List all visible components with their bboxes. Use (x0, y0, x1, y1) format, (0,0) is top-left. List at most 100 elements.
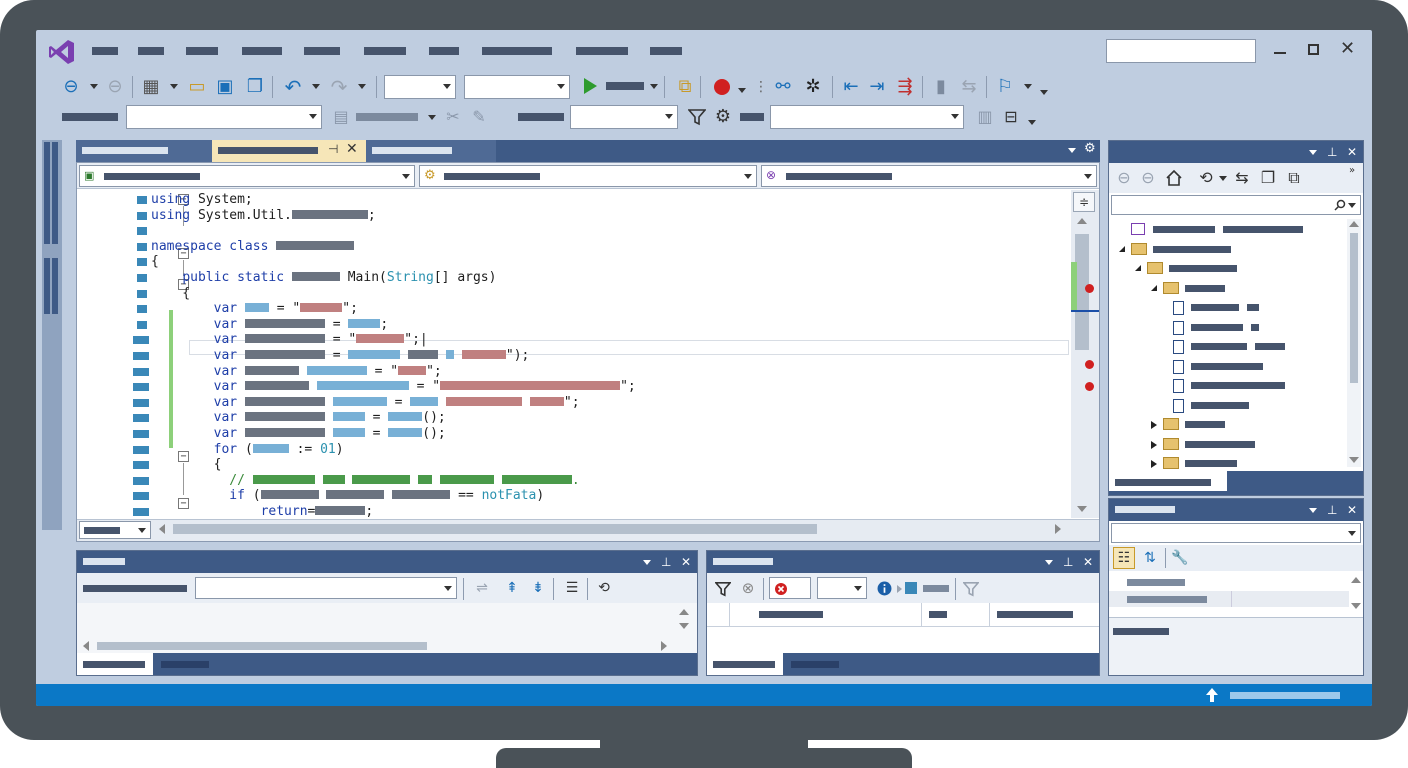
tab-close-icon[interactable]: ✕ (346, 141, 358, 157)
property-row[interactable] (1109, 591, 1349, 607)
toolbar2-overflow-caret[interactable] (1028, 120, 1036, 125)
code-line[interactable]: return=; (151, 504, 636, 518)
tree-collapsed-arrow-icon[interactable] (1151, 460, 1157, 468)
code-line[interactable]: var = "; (151, 395, 636, 411)
bookmark-clear-icon[interactable]: ⇆ (958, 76, 980, 98)
bookmark-dropdown-caret[interactable] (1024, 84, 1032, 89)
up-arrow-icon[interactable] (1204, 687, 1220, 703)
menu-item-tools[interactable] (576, 47, 628, 55)
panel-menu-caret[interactable] (1045, 560, 1053, 565)
panel-menu-caret[interactable] (643, 560, 651, 565)
restore-icon[interactable] (1308, 44, 1319, 55)
wrench-icon[interactable]: 🔧 (1169, 547, 1191, 569)
menu-item-analyze[interactable] (482, 47, 552, 55)
code-line[interactable]: for ( := 01) (151, 442, 636, 458)
code-line[interactable]: public static Main(String[] args) (151, 270, 636, 286)
panel-close-icon[interactable]: ✕ (1347, 502, 1357, 518)
horizontal-scroll-thumb[interactable] (173, 524, 817, 534)
code-line[interactable]: var = ; (151, 317, 636, 333)
panel-close-icon[interactable]: ✕ (1347, 144, 1357, 160)
scroll-right-arrow[interactable] (1055, 524, 1061, 534)
toolbar2-select-3[interactable] (770, 105, 964, 129)
breakpoint-circle-icon[interactable] (712, 77, 732, 97)
left-tool-tab-3[interactable] (44, 258, 50, 314)
code-line[interactable]: // . (151, 473, 636, 489)
next-message-icon[interactable]: ⇟ (527, 577, 549, 599)
pin-icon[interactable]: ⊥ (1063, 554, 1073, 570)
code-line[interactable]: var = " "; (151, 364, 636, 380)
solution-tree[interactable] (1109, 217, 1363, 469)
save-all-icon[interactable]: ❐ (244, 76, 266, 98)
pin-icon[interactable]: ⊥ (1327, 144, 1337, 160)
filter-options-icon[interactable] (963, 581, 979, 597)
cut-icon[interactable]: ✂ (442, 106, 464, 128)
error-scope-select[interactable] (817, 577, 867, 599)
close-icon[interactable]: ✕ (1340, 40, 1355, 58)
tree-item-file[interactable] (1109, 319, 1345, 337)
errors-filter-button[interactable] (769, 577, 811, 599)
code-line[interactable]: var = (); (151, 410, 636, 426)
alphabetical-sort-icon[interactable]: ⇅ (1139, 547, 1161, 569)
start-dropdown-caret[interactable] (650, 84, 658, 89)
code-line[interactable]: var = " "; (151, 301, 636, 317)
properties-object-select[interactable] (1111, 523, 1361, 543)
menu-item-view[interactable] (186, 47, 218, 55)
home-icon[interactable] (1165, 169, 1183, 187)
scroll-up-arrow[interactable] (1077, 218, 1087, 224)
solution-configuration-select[interactable] (384, 75, 456, 99)
tree-item-file[interactable] (1109, 397, 1345, 415)
tree-item-file[interactable] (1109, 299, 1345, 317)
output-horizontal-scroll-thumb[interactable] (97, 642, 427, 650)
code-line[interactable]: var = " "; (151, 379, 636, 395)
tree-item-folder[interactable] (1109, 241, 1345, 259)
run-triangle-icon[interactable] (582, 77, 598, 95)
property-grid-scrollbar[interactable] (1349, 573, 1363, 613)
step-back-icon[interactable]: ⇤ (840, 76, 862, 98)
tree-item-file[interactable] (1109, 377, 1345, 395)
toolbar-overflow-icon[interactable]: » (1349, 165, 1355, 176)
bug-icon[interactable]: ✲ (802, 76, 824, 98)
code-line[interactable]: namespace class (151, 239, 636, 255)
panel-close-icon[interactable]: ✕ (681, 554, 691, 570)
pin-icon[interactable]: ⊥ (1327, 502, 1337, 518)
visual-studio-logo-icon[interactable] (48, 38, 76, 66)
tree-collapsed-arrow-icon[interactable] (1151, 421, 1157, 429)
undo-dropdown-caret[interactable] (312, 84, 320, 89)
pin-icon[interactable]: ⊥ (661, 554, 671, 570)
bookmark-toggle-icon[interactable]: ⚐ (994, 76, 1016, 98)
tree-item-folder[interactable] (1109, 436, 1345, 454)
menu-item-project[interactable] (242, 47, 282, 55)
solution-platform-select[interactable] (464, 75, 570, 99)
format-icon[interactable]: ✎ (468, 106, 490, 128)
member-select[interactable]: ⊗ (761, 165, 1097, 187)
messages-filter-icon[interactable] (905, 582, 917, 594)
code-line[interactable] (151, 223, 636, 239)
tab-task-list[interactable] (787, 653, 843, 675)
tree-collapsed-arrow-icon[interactable] (1151, 440, 1157, 449)
start-debugging-label[interactable] (606, 82, 644, 90)
navigate-back-icon[interactable]: ⊖ (1113, 167, 1135, 189)
menu-item-test[interactable] (429, 47, 459, 55)
git-branch-icon[interactable]: ⚯ (772, 76, 794, 98)
tree-expanded-arrow-icon[interactable] (1135, 265, 1141, 271)
tree-item-folder[interactable] (1109, 455, 1345, 469)
tab-error-list[interactable] (707, 653, 783, 675)
navigate-back-icon[interactable]: ⊖ (60, 76, 82, 98)
tree-expanded-arrow-icon[interactable] (1151, 284, 1157, 291)
window-layout-icon[interactable]: ⊟ (1000, 106, 1022, 128)
tab-pin-icon[interactable]: ⊣ (328, 142, 338, 156)
filter-icon[interactable] (688, 108, 706, 126)
menu-item-file[interactable] (92, 47, 118, 55)
output-text-area[interactable] (77, 603, 697, 653)
menu-item-window[interactable] (650, 47, 682, 55)
toolbar2-dropdown-caret[interactable] (428, 115, 436, 120)
type-select[interactable]: ⚙ (419, 165, 757, 187)
code-line[interactable]: { (151, 457, 636, 473)
editor-settings-icon[interactable]: ⚙ (1084, 141, 1096, 156)
collapse-all-icon[interactable]: ❐ (1257, 167, 1279, 189)
toolbar2-select-1[interactable] (126, 105, 322, 129)
settings-gear-icon[interactable]: ⚙ (712, 106, 734, 128)
categorized-icon[interactable]: ☷ (1113, 547, 1135, 569)
minimize-icon[interactable] (1274, 52, 1286, 54)
open-folder-icon[interactable]: ▭ (186, 76, 208, 98)
